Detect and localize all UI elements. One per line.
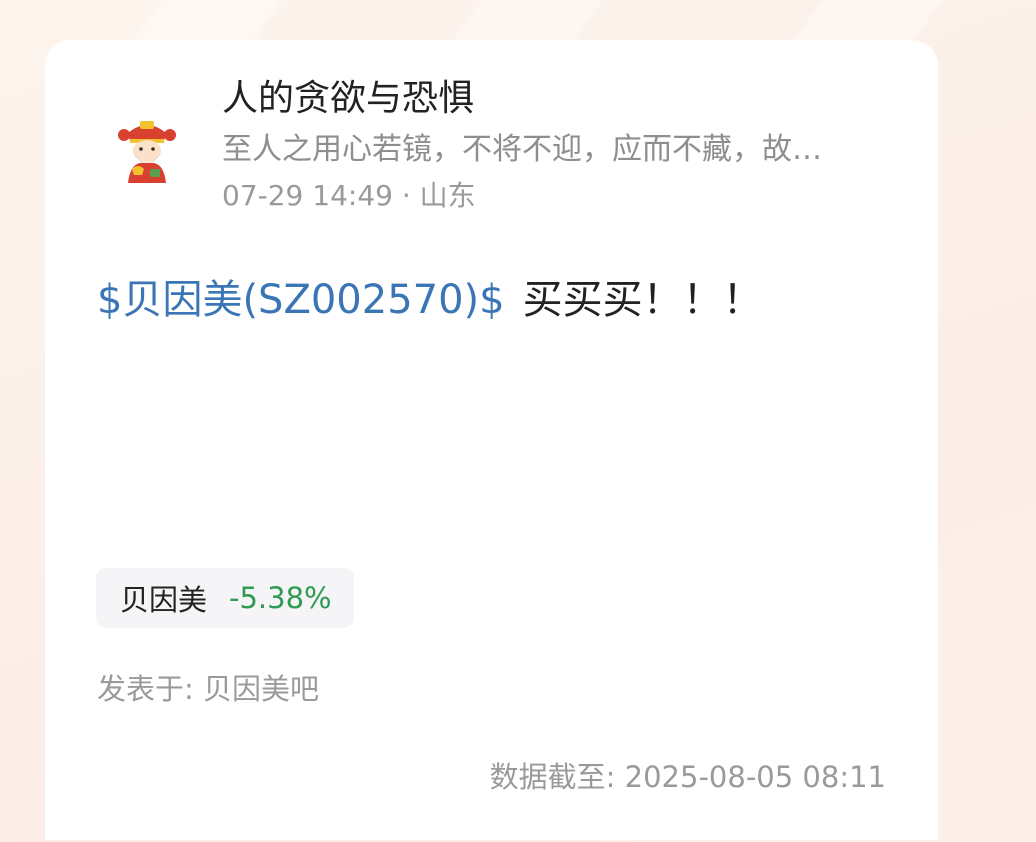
- post-location: 山东: [419, 179, 476, 212]
- stock-tag-button[interactable]: 贝因美 -5.38%: [96, 568, 354, 628]
- post-time: 07-29 14:49: [222, 179, 393, 212]
- author-signature: 至人之用心若镜，不将不迎，应而不藏，故…: [222, 132, 822, 167]
- author-name[interactable]: 人的贪欲与恐惧: [222, 73, 474, 125]
- post-content: $贝因美(SZ002570)$ 买买买！！！: [97, 272, 763, 328]
- stock-mention-link[interactable]: $贝因美(SZ002570)$: [97, 277, 505, 323]
- author-avatar[interactable]: [110, 113, 184, 187]
- post-meta: 07-29 14:49 · 山东: [222, 176, 476, 216]
- post-body-text: 买买买！！！: [522, 277, 763, 323]
- stock-tag-name: 贝因美: [120, 583, 208, 617]
- stock-tag-change: -5.38%: [229, 581, 332, 615]
- post-card[interactable]: 人的贪欲与恐惧 至人之用心若镜，不将不迎，应而不藏，故… 07-29 14:49…: [45, 40, 938, 840]
- caishen-avatar-icon: [118, 121, 176, 183]
- data-timestamp: 数据截至: 2025-08-05 08:11: [489, 760, 886, 794]
- posted-in-forum[interactable]: 发表于: 贝因美吧: [97, 668, 319, 710]
- meta-separator: ·: [401, 179, 411, 212]
